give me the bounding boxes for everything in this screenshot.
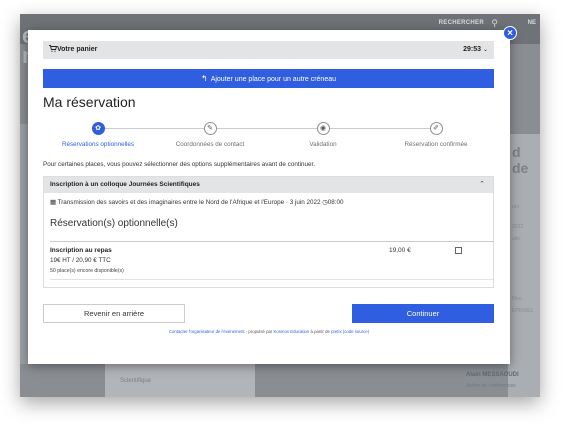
background-person-role: Maître de conférences: [466, 383, 516, 389]
gift-icon: ✿: [91, 122, 105, 135]
divider: [50, 279, 493, 280]
eye-icon: ◉: [316, 122, 330, 135]
divider: [50, 241, 493, 242]
background-person-name: Alain MESSAOUDI: [466, 372, 519, 378]
background-right-text: EPRIDEL: [512, 308, 534, 314]
brand-link[interactable]: Kosmos Education: [274, 329, 310, 334]
step-validation: ◉ Validation: [268, 118, 378, 148]
event-panel-title: Inscription à un colloque Journées Scien…: [50, 181, 200, 188]
continue-button[interactable]: Continuer: [352, 304, 494, 323]
step-confirmed: ✐ Réservation confirmée: [381, 118, 491, 148]
close-icon[interactable]: ×: [503, 26, 517, 40]
cart-icon: [49, 45, 58, 54]
background-right-text: ulte: [512, 236, 521, 242]
add-slot-button[interactable]: ↰ Ajouter une place pour un autre créneau: [43, 69, 494, 88]
intro-text: Pour certaines places, vous pouvez sélec…: [43, 161, 315, 168]
cart-timer: 29:53 ⌄: [463, 46, 488, 53]
option-availability: 50 place(s) encore disponible(s): [50, 268, 124, 274]
page-title: Ma réservation: [43, 94, 136, 110]
ticket-icon: ✐: [429, 122, 443, 135]
progress-steps: ✿ Réservations optionnelles ✎ Coordonnée…: [43, 118, 494, 158]
event-time: 08:00: [327, 199, 344, 206]
reservation-modal: Votre panier 29:53 ⌄ ↰ Ajouter une place …: [28, 30, 510, 364]
step-label: Réservations optionnelles: [61, 141, 135, 148]
event-text: Transmission des savoirs et des imaginai…: [57, 199, 321, 206]
event-panel-header[interactable]: Inscription à un colloque Journées Scien…: [44, 177, 493, 193]
cart-label: Votre panier: [57, 46, 98, 53]
background-right-text: 2022: [512, 224, 524, 230]
footer: Contacter l'organisateur de l'événement …: [28, 329, 510, 334]
step-label: Validation: [309, 141, 337, 148]
background-card-text: Scientifique: [120, 378, 152, 384]
contact-organizer-link[interactable]: Contacter l'organisateur de l'événement: [169, 329, 245, 334]
cart-bar[interactable]: Votre panier 29:53 ⌄: [43, 41, 494, 59]
background-nav-fragment: NE: [527, 20, 536, 26]
step-optional-reservations: ✿ Réservations optionnelles: [43, 118, 153, 148]
chevron-up-icon[interactable]: ⌃: [479, 180, 485, 188]
screenshot-stage: RECHERCHER ⚲ NE es n d de uro 2022 ulte …: [0, 0, 580, 431]
step-contact-details: ✎ Coordonnées de contact: [155, 118, 265, 148]
option-name: Inscription au repas: [50, 247, 112, 254]
search-icon: ⚲: [491, 18, 498, 28]
reply-icon: ↰: [200, 74, 208, 83]
step-label: Réservation confirmée: [404, 141, 468, 148]
calendar-icon: ▦: [50, 199, 56, 206]
option-checkbox[interactable]: [455, 247, 462, 254]
add-slot-label: Ajouter une place pour un autre créneau: [210, 76, 336, 83]
pencil-icon: ✎: [203, 122, 217, 135]
background-right-text: Fino: [512, 296, 522, 302]
option-price: 19,00 €: [389, 247, 411, 254]
chevron-down-icon: ⌄: [482, 47, 488, 53]
back-button[interactable]: Revenir en arrière: [43, 304, 185, 323]
step-label: Coordonnées de contact: [175, 141, 245, 148]
source-code-link[interactable]: (code source): [343, 329, 369, 334]
background-right-heading: d de: [512, 144, 529, 176]
cart-timer-value: 29:53: [463, 46, 482, 53]
pretix-link[interactable]: pretix: [331, 329, 342, 334]
footer-proposed-by: propulsé par: [248, 329, 273, 334]
option-price-detail: 19€ HT / 20,90 € TTC: [50, 257, 111, 264]
background-search-link: RECHERCHER: [438, 20, 484, 26]
event-info: ▦ Transmission des savoirs et des imagin…: [50, 199, 344, 206]
footer-based-on: à partir de: [310, 329, 330, 334]
event-panel: Inscription à un colloque Journées Scien…: [43, 176, 494, 288]
background-right-text: uro: [512, 204, 520, 210]
optional-reservations-heading: Réservation(s) optionnelle(s): [50, 218, 178, 229]
